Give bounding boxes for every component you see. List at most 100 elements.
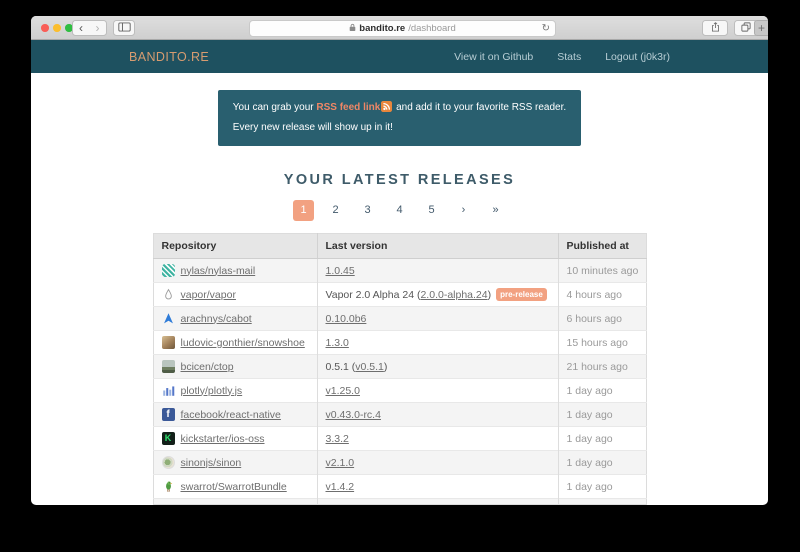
repo-link[interactable]: facebook/react-native [181,409,281,421]
repo-link[interactable]: swarrot/SwarrotBundle [181,481,287,493]
rss-feed-link[interactable]: RSS feed link [316,102,380,113]
page-3[interactable]: 3 [357,200,378,221]
published-at: 4 hours ago [558,283,646,307]
page-1[interactable]: 1 [293,200,314,221]
table-row: swarrot/SwarrotBundle v1.4.2 1 day ago [153,475,646,499]
version-link[interactable]: 0.10.0b6 [326,313,367,325]
published-at: 1 day ago [558,379,646,403]
version-text: Vapor 2.0 Alpha 24 ( [326,289,421,301]
table-body: nylas/nylas-mail1.0.4510 minutes agovapo… [153,259,646,505]
brand-link[interactable]: BANDITO.RE [129,50,209,64]
refresh-icon[interactable]: ↻ [542,21,550,36]
repo-link[interactable]: plotly/plotly.js [181,385,243,397]
repo-link[interactable]: bcicen/ctop [181,361,234,373]
version-link[interactable]: 3.3.2 [326,433,349,445]
table-row: vapor/vapor Vapor 2.0 Alpha 24 (2.0.0-alp… [153,283,646,307]
table-row: arachnys/cabot 0.10.0b6 6 hours ago [153,307,646,331]
column-header: Repository [153,234,317,259]
table-row-partial [153,499,646,505]
version-link[interactable]: 1.3.0 [326,337,349,349]
pre-release-badge: pre-release [496,288,547,301]
sidebar-icon [118,22,131,34]
nylas-icon [162,264,175,277]
published-at: 1 day ago [558,403,646,427]
repo-link[interactable]: kickstarter/ios-oss [181,433,265,445]
url-host: bandito.re [359,23,405,34]
landscape-photo [162,360,175,373]
rss-icon [381,100,392,111]
column-header: Published at [558,234,646,259]
desktop-background: ‹ › bandito.re/dashboard ↻ [0,0,800,552]
lock-icon [349,23,356,35]
page-5[interactable]: 5 [421,200,442,221]
version-link[interactable]: 2.0.0-alpha.24 [420,289,487,301]
repo-link[interactable]: sinonjs/sinon [181,457,242,469]
url-path: /dashboard [408,23,456,34]
rss-alert-line1: You can grab your RSS feed link and add … [233,98,566,118]
window-controls [41,24,73,32]
version-text: ) [384,361,388,373]
repo-link[interactable]: ludovic-gonthier/snowshoe [181,337,305,349]
avatar-photo [162,336,175,349]
nav-link-stats[interactable]: Stats [557,51,581,63]
tabs-icon [740,21,752,35]
new-tab-button[interactable]: + [754,20,768,36]
table-row: sinonjs/sinon v2.1.0 1 day ago [153,451,646,475]
table-header-row: RepositoryLast versionPublished at [153,234,646,259]
plotly-chart-icon [162,384,175,397]
page-content: You can grab your RSS feed link and add … [31,90,768,505]
version-link[interactable]: v1.25.0 [326,385,360,397]
table-row: plotly/plotly.js v1.25.0 1 day ago [153,379,646,403]
browser-window: ‹ › bandito.re/dashboard ↻ [31,16,768,505]
version-text: 0.5.1 ( [326,361,356,373]
nav-link-github[interactable]: View it on Github [454,51,533,63]
version-link[interactable]: v0.43.0-rc.4 [326,409,381,421]
sinon-icon [162,456,175,469]
site-navbar: BANDITO.RE View it on Github Stats Logout … [31,40,768,73]
page-next[interactable]: › [453,200,474,221]
version-link[interactable]: 1.0.45 [326,265,355,277]
share-button[interactable] [702,20,728,36]
published-at: 10 minutes ago [558,259,646,283]
arrow-icon [162,312,175,325]
version-text: ) [488,289,492,301]
table-row: bcicen/ctop 0.5.1 (v0.5.1) 21 hours ago [153,355,646,379]
pagination: 12345 › » [31,200,768,221]
page-2[interactable]: 2 [325,200,346,221]
page-4[interactable]: 4 [389,200,410,221]
repo-link[interactable]: vapor/vapor [181,289,236,301]
published-at: 1 day ago [558,427,646,451]
close-window-button[interactable] [41,24,49,32]
minimize-window-button[interactable] [53,24,61,32]
droplet-icon [162,288,175,301]
sidebar-button[interactable] [113,20,135,36]
url-bar[interactable]: bandito.re/dashboard ↻ [249,20,556,37]
version-link[interactable]: v0.5.1 [355,361,384,373]
table-row: Kkickstarter/ios-oss 3.3.2 1 day ago [153,427,646,451]
page-last[interactable]: » [485,200,506,221]
published-at: 1 day ago [558,475,646,499]
releases-table: RepositoryLast versionPublished at nylas… [153,233,647,505]
published-at: 1 day ago [558,451,646,475]
back-button[interactable]: ‹ [72,20,90,36]
table-row: nylas/nylas-mail 1.0.45 10 minutes ago [153,259,646,283]
rss-alert: You can grab your RSS feed link and add … [218,90,581,146]
browser-toolbar: ‹ › bandito.re/dashboard ↻ [31,16,768,40]
rss-alert-line2: Every new release will show up in it! [233,118,566,138]
table-row: ludovic-gonthier/snowshoe 1.3.0 15 hours a… [153,331,646,355]
repo-link[interactable]: arachnys/cabot [181,313,252,325]
kickstarter-icon: K [162,432,175,445]
version-link[interactable]: v2.1.0 [326,457,355,469]
published-at: 21 hours ago [558,355,646,379]
published-at: 6 hours ago [558,307,646,331]
column-header: Last version [317,234,558,259]
repo-link[interactable]: nylas/nylas-mail [181,265,256,277]
share-icon [710,21,721,35]
alert-text: and add it to your favorite RSS reader. [393,102,566,113]
nav-link-logout[interactable]: Logout (j0k3r) [605,51,670,63]
version-link[interactable]: v1.4.2 [326,481,355,493]
alert-text: You can grab your [233,102,317,113]
forward-button[interactable]: › [89,20,107,36]
page-title: YOUR LATEST RELEASES [31,172,768,188]
published-at: 15 hours ago [558,331,646,355]
